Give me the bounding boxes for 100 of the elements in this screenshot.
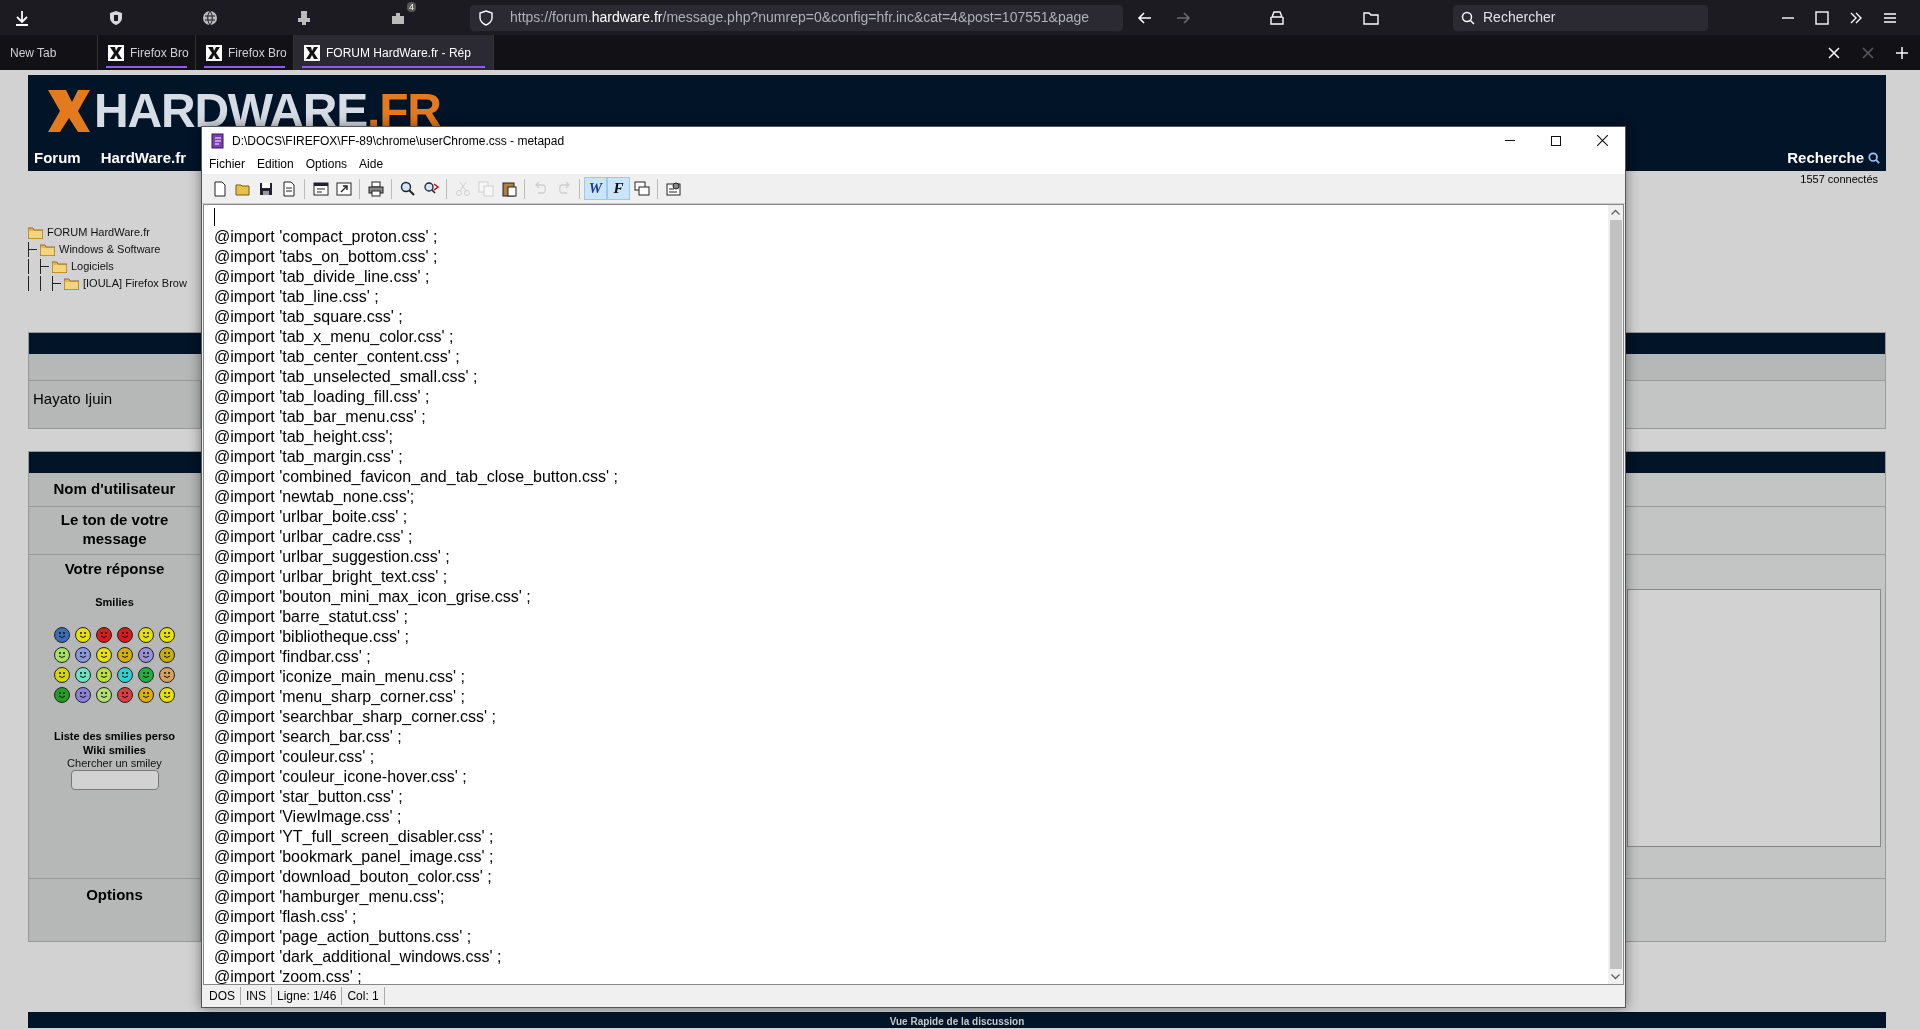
scrollbar-thumb[interactable] bbox=[1609, 220, 1622, 969]
smilies-link[interactable]: Wiki smilies bbox=[83, 742, 146, 757]
window-title: D:\DOCS\FIREFOX\FF-89\chrome\userChrome.css - metapad bbox=[232, 132, 565, 150]
search-input[interactable]: Rechercher bbox=[1483, 7, 1683, 28]
smiley-icon[interactable] bbox=[75, 626, 91, 643]
code-line: @import 'tab_line.css' ; bbox=[214, 287, 380, 307]
clipboard-icon bbox=[500, 180, 517, 197]
nav-link[interactable]: HardWare.fr bbox=[100, 146, 186, 169]
search-icon bbox=[1461, 10, 1475, 25]
menu-item[interactable]: Aide bbox=[354, 155, 389, 173]
code-line: @import 'urlbar_suggestion.css' ; bbox=[214, 547, 451, 567]
url-text: https://forum.hardware.fr/message.php?numrep=0&config=hfr.inc&cat=4&post=107551&page bbox=[510, 8, 1090, 27]
code-line: @import 'star_button.css' ; bbox=[214, 787, 404, 807]
field-label: Votre réponse bbox=[64, 558, 165, 579]
minimize-icon bbox=[1781, 16, 1795, 19]
breadcrumb-link[interactable]: Logiciels bbox=[52, 257, 114, 275]
smiley-icon[interactable] bbox=[117, 646, 133, 663]
site-logo-icon bbox=[206, 44, 222, 61]
url-field[interactable]: https://forum.hardware.fr/message.php?numrep=0&config=hfr.inc&cat=4&post=107551&page bbox=[470, 4, 1123, 31]
text-cursor bbox=[214, 208, 215, 226]
scrollbar[interactable] bbox=[1608, 205, 1623, 984]
field-label: Chercher un smiley bbox=[67, 756, 162, 770]
smiley-icon[interactable] bbox=[138, 666, 154, 683]
code-line: @import 'tab_unselected_small.css' ; bbox=[214, 367, 479, 387]
menu-item[interactable]: Fichier bbox=[204, 155, 250, 173]
smiley-icon[interactable] bbox=[96, 646, 112, 663]
maximize-button[interactable] bbox=[1814, 9, 1830, 26]
code-line: @import 'tab_x_menu_color.css' ; bbox=[214, 327, 455, 347]
code-line: @import 'urlbar_bright_text.css' ; bbox=[214, 567, 449, 587]
breadcrumb-link[interactable]: FORUM HardWare.fr bbox=[28, 223, 150, 241]
breadcrumb-link[interactable]: Windows & Software bbox=[40, 240, 161, 258]
code-line: @import 'ViewImage.css' ; bbox=[214, 807, 403, 827]
breadcrumb-link[interactable]: [IOULA] Firefox Brow bbox=[64, 274, 187, 292]
smiley-icon[interactable] bbox=[159, 666, 175, 683]
menu-icon bbox=[1883, 10, 1897, 25]
nav-link[interactable]: Forum bbox=[34, 146, 81, 169]
shield-icon bbox=[478, 9, 494, 26]
font-button[interactable]: F bbox=[607, 177, 630, 200]
new-tab-button[interactable] bbox=[1894, 44, 1910, 61]
code-line: @import 'searchbar_sharp_corner.css' ; bbox=[214, 707, 498, 727]
smilies-link[interactable]: Liste des smilies perso bbox=[53, 728, 176, 743]
smiley-icon[interactable] bbox=[159, 646, 175, 663]
smiley-icon[interactable] bbox=[159, 686, 175, 703]
section-title: Vue Rapide de la discussion bbox=[889, 1015, 1025, 1027]
code-line: @import 'download_bouton_color.css' ; bbox=[214, 867, 493, 887]
code-line: @import 'compact_proton.css' ; bbox=[214, 227, 439, 247]
status-field: Col: 1 bbox=[342, 987, 385, 1005]
window-icon bbox=[312, 180, 329, 197]
smiley-icon[interactable] bbox=[54, 626, 70, 643]
smiley-icon[interactable] bbox=[117, 666, 133, 683]
smiley-icon[interactable] bbox=[54, 666, 70, 683]
scissors-icon bbox=[454, 180, 471, 197]
search-link[interactable]: Recherche bbox=[1787, 146, 1864, 169]
search-icon bbox=[1868, 151, 1880, 164]
smiley-search-field[interactable] bbox=[70, 769, 159, 790]
app-icon bbox=[210, 132, 226, 149]
online-count: 1557 connectés bbox=[1800, 172, 1879, 187]
smiley-icon[interactable] bbox=[138, 626, 154, 643]
back-arrow-icon bbox=[1137, 9, 1153, 26]
arrow-box-icon bbox=[335, 180, 352, 197]
smiley-icon[interactable] bbox=[75, 646, 91, 663]
code-line: @import 'search_bar.css' ; bbox=[214, 727, 403, 747]
browser-tab[interactable]: FORUM HardWare.fr - Rép bbox=[294, 35, 494, 70]
code-line: @import 'YT_full_screen_disabler.css' ; bbox=[214, 827, 495, 847]
smiley-icon[interactable] bbox=[159, 626, 175, 643]
code-line: @import 'urlbar_cadre.css' ; bbox=[214, 527, 414, 547]
code-line: @import 'bouton_mini_max_icon_grise.css' ; bbox=[214, 587, 532, 607]
folder-icon bbox=[64, 276, 79, 290]
smiley-icon[interactable] bbox=[75, 686, 91, 703]
section-label: Smilies bbox=[95, 595, 134, 610]
menu-item[interactable]: Options bbox=[300, 155, 353, 173]
smiley-icon[interactable] bbox=[54, 686, 70, 703]
code-line: @import 'couleur_icone-hover.css' ; bbox=[214, 767, 468, 787]
windows-icon bbox=[633, 180, 650, 197]
site-logo: HARDWARE.FR bbox=[94, 87, 441, 135]
code-line: @import 'tab_square.css' ; bbox=[214, 307, 404, 327]
document-icon bbox=[280, 180, 297, 197]
smiley-icon[interactable] bbox=[96, 686, 112, 703]
code-line: @import 'barre_statut.css' ; bbox=[214, 607, 409, 627]
badge-count: 4 bbox=[407, 1, 416, 12]
smiley-icon[interactable] bbox=[54, 646, 70, 663]
code-line: @import 'tab_center_content.css' ; bbox=[214, 347, 461, 367]
smiley-icon[interactable] bbox=[96, 626, 112, 643]
search-field[interactable]: Rechercher bbox=[1453, 4, 1708, 31]
printer-icon bbox=[367, 180, 384, 197]
menu-item[interactable]: Edition bbox=[252, 155, 299, 173]
shield-icon bbox=[108, 9, 124, 26]
smiley-icon[interactable] bbox=[75, 666, 91, 683]
smiley-icon[interactable] bbox=[138, 686, 154, 703]
status-field: DOS bbox=[204, 987, 241, 1005]
close-tab-button[interactable] bbox=[1826, 44, 1842, 61]
smiley-icon[interactable] bbox=[117, 686, 133, 703]
field-label: Le ton de votre message bbox=[59, 509, 170, 549]
smiley-icon[interactable] bbox=[138, 646, 154, 663]
word-wrap-button[interactable]: W bbox=[584, 177, 607, 200]
maximize-icon bbox=[1551, 135, 1561, 146]
code-line: @import 'dark_additional_windows.css' ; bbox=[214, 947, 503, 967]
smiley-icon[interactable] bbox=[96, 666, 112, 683]
smiley-icon[interactable] bbox=[117, 626, 133, 643]
tray-icon bbox=[1269, 9, 1285, 26]
